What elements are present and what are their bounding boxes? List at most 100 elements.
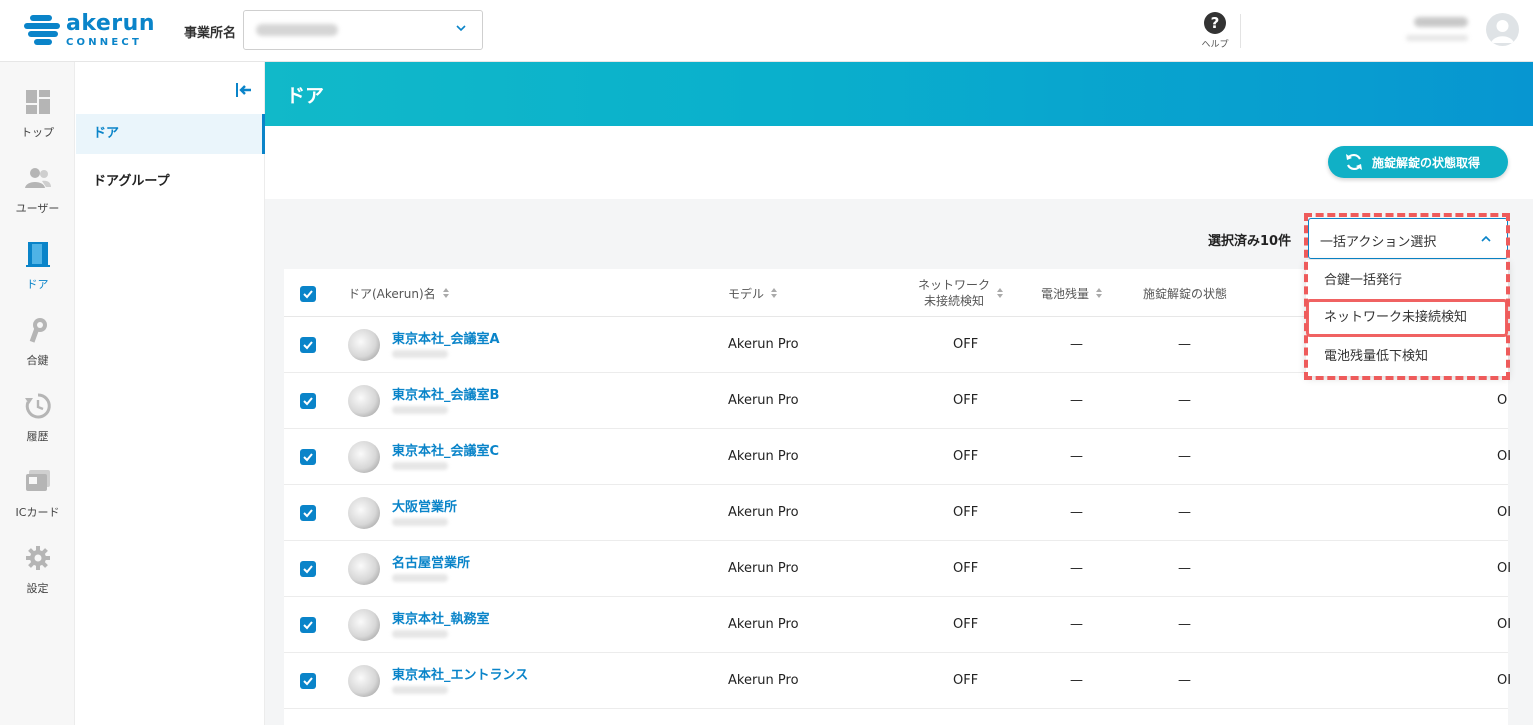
row-checkbox[interactable] xyxy=(300,505,316,521)
header-divider xyxy=(1240,14,1241,48)
column-header-battery-label: 電池残量 xyxy=(1041,286,1090,301)
office-select[interactable] xyxy=(243,10,483,50)
chevron-up-icon xyxy=(1481,235,1491,242)
trailing-cell-value: OI xyxy=(1497,617,1512,632)
row-checkbox[interactable] xyxy=(300,673,316,689)
nav-item-ic-card[interactable]: ICカード xyxy=(0,468,75,520)
door-name-link[interactable]: 東京本社_会議室C xyxy=(392,440,499,459)
sort-icon xyxy=(997,288,1004,298)
trailing-cell-value: OI xyxy=(1497,673,1512,688)
check-icon xyxy=(303,509,313,518)
door-name-link[interactable]: 名古屋営業所 xyxy=(392,552,470,571)
battery-value: — xyxy=(1070,617,1083,632)
user-avatar[interactable] xyxy=(1486,13,1519,46)
subnav-item-door[interactable]: ドア xyxy=(76,114,265,154)
check-icon xyxy=(303,290,313,299)
nav-item-settings[interactable]: 設定 xyxy=(0,544,75,596)
table-row[interactable]: 名古屋営業所 Akerun Pro OFF — — OI xyxy=(284,541,1511,597)
bulk-action-option-network-detection[interactable]: ネットワーク未接続検知 xyxy=(1306,299,1508,337)
door-name-link[interactable]: 大阪営業所 xyxy=(392,496,457,515)
door-subtext-redacted xyxy=(392,686,448,694)
nav-item-door[interactable]: ドア xyxy=(0,240,75,292)
trailing-cell-value: O xyxy=(1497,393,1508,408)
nav-label-top: トップ xyxy=(21,126,54,139)
door-name-link[interactable]: 東京本社_会議室A xyxy=(392,328,500,347)
akerun-device-image xyxy=(348,329,380,361)
ic-card-icon xyxy=(25,470,50,491)
door-subtext-redacted xyxy=(392,350,448,358)
help-label: ヘルプ xyxy=(1201,40,1229,50)
column-header-model[interactable]: モデル xyxy=(728,269,778,317)
fetch-lock-status-button[interactable]: 施錠解錠の状態取得 xyxy=(1328,146,1508,178)
network-detection-value: OFF xyxy=(953,505,979,520)
page-banner: ドア xyxy=(265,62,1533,126)
table-row[interactable]: 大阪営業所 Akerun Pro OFF — — OI xyxy=(284,485,1512,541)
column-header-lock-state-label: 施錠解錠の状態 xyxy=(1143,286,1228,301)
gear-icon xyxy=(25,546,50,570)
door-subtext-redacted xyxy=(392,630,448,638)
select-all-checkbox[interactable] xyxy=(300,286,316,302)
lock-state-value: — xyxy=(1178,393,1191,408)
row-checkbox[interactable] xyxy=(300,393,316,409)
user-org-redacted xyxy=(1406,35,1468,41)
sort-icon xyxy=(1096,288,1103,298)
column-header-network[interactable]: ネットワーク 未接続検知 xyxy=(918,269,1004,317)
row-checkbox[interactable] xyxy=(300,337,316,353)
office-label: 事業所名 xyxy=(184,26,237,41)
battery-value: — xyxy=(1070,673,1083,688)
column-header-battery[interactable]: 電池残量 xyxy=(1041,269,1103,317)
door-model: Akerun Pro xyxy=(728,505,799,520)
door-model: Akerun Pro xyxy=(728,561,799,576)
row-checkbox[interactable] xyxy=(300,449,316,465)
column-header-network-line1: ネットワーク xyxy=(918,278,991,292)
sub-nav: ドア ドアグループ xyxy=(76,62,265,725)
nav-item-users[interactable]: ユーザー xyxy=(0,164,75,216)
door-subtext-redacted xyxy=(392,574,448,582)
collapse-sidebar-icon[interactable] xyxy=(235,81,253,99)
nav-item-top[interactable]: トップ xyxy=(0,88,75,140)
nav-label-history: 履歴 xyxy=(26,430,49,443)
table-row[interactable]: 東京本社_会議室B Akerun Pro OFF — — O xyxy=(284,373,1508,429)
trailing-cell-value: OI xyxy=(1497,505,1512,520)
subnav-item-door-group[interactable]: ドアグループ xyxy=(76,162,265,202)
table-row[interactable]: 東京本社_執務室 Akerun Pro OFF — — OI xyxy=(284,597,1512,653)
sort-icon xyxy=(771,288,778,298)
door-model: Akerun Pro xyxy=(728,449,799,464)
nav-item-key[interactable]: 合鍵 xyxy=(0,316,75,368)
fetch-lock-status-label: 施錠解錠の状態取得 xyxy=(1372,155,1481,170)
door-name-link[interactable]: 東京本社_エントランス xyxy=(392,664,528,683)
battery-value: — xyxy=(1070,561,1083,576)
battery-value: — xyxy=(1070,505,1083,520)
akerun-logo[interactable]: akerun CONNECT xyxy=(24,10,155,50)
door-model: Akerun Pro xyxy=(728,673,799,688)
network-detection-value: OFF xyxy=(953,617,979,632)
door-name-link[interactable]: 東京本社_執務室 xyxy=(392,608,490,627)
akerun-device-image xyxy=(348,609,380,641)
akerun-device-image xyxy=(348,497,380,529)
bulk-action-option-issue-keys[interactable]: 合鍵一括発行 xyxy=(1306,262,1508,300)
main-nav: トップ ユーザー ドア 合鍵 履歴 ICカード 設定 xyxy=(0,62,75,725)
bulk-action-select[interactable]: 一括アクション選択 xyxy=(1308,218,1508,259)
users-icon xyxy=(24,168,51,188)
bulk-action-option-battery-detection[interactable]: 電池残量低下検知 xyxy=(1306,338,1508,376)
nav-item-history[interactable]: 履歴 xyxy=(0,392,75,444)
help-button[interactable]: ? ヘルプ xyxy=(1198,12,1232,50)
column-header-name[interactable]: ドア(Akerun)名 xyxy=(348,269,450,317)
avatar-icon xyxy=(1491,20,1514,43)
check-icon xyxy=(303,677,313,686)
row-checkbox[interactable] xyxy=(300,561,316,577)
row-checkbox[interactable] xyxy=(300,617,316,633)
door-icon xyxy=(25,242,50,267)
page-toolbar: 施錠解錠の状態取得 xyxy=(265,126,1533,199)
door-subtext-redacted xyxy=(392,406,448,414)
top-header: akerun CONNECT 事業所名 ? ヘルプ xyxy=(0,0,1533,62)
table-row[interactable]: 東京本社_会議室C Akerun Pro OFF — — OI xyxy=(284,429,1511,485)
chevron-down-icon xyxy=(456,25,466,32)
nav-label-users: ユーザー xyxy=(15,202,60,215)
logo-text-secondary: CONNECT xyxy=(66,36,142,48)
door-name-link[interactable]: 東京本社_会議室B xyxy=(392,384,499,403)
table-row[interactable]: 東京本社_エントランス Akerun Pro OFF — — OI xyxy=(284,653,1512,709)
akerun-device-image xyxy=(348,553,380,585)
lock-state-value: — xyxy=(1178,337,1191,352)
main-content: ドア 施錠解錠の状態取得 選択済み10件 ドア(Akerun)名 モデル ネット… xyxy=(265,62,1533,725)
